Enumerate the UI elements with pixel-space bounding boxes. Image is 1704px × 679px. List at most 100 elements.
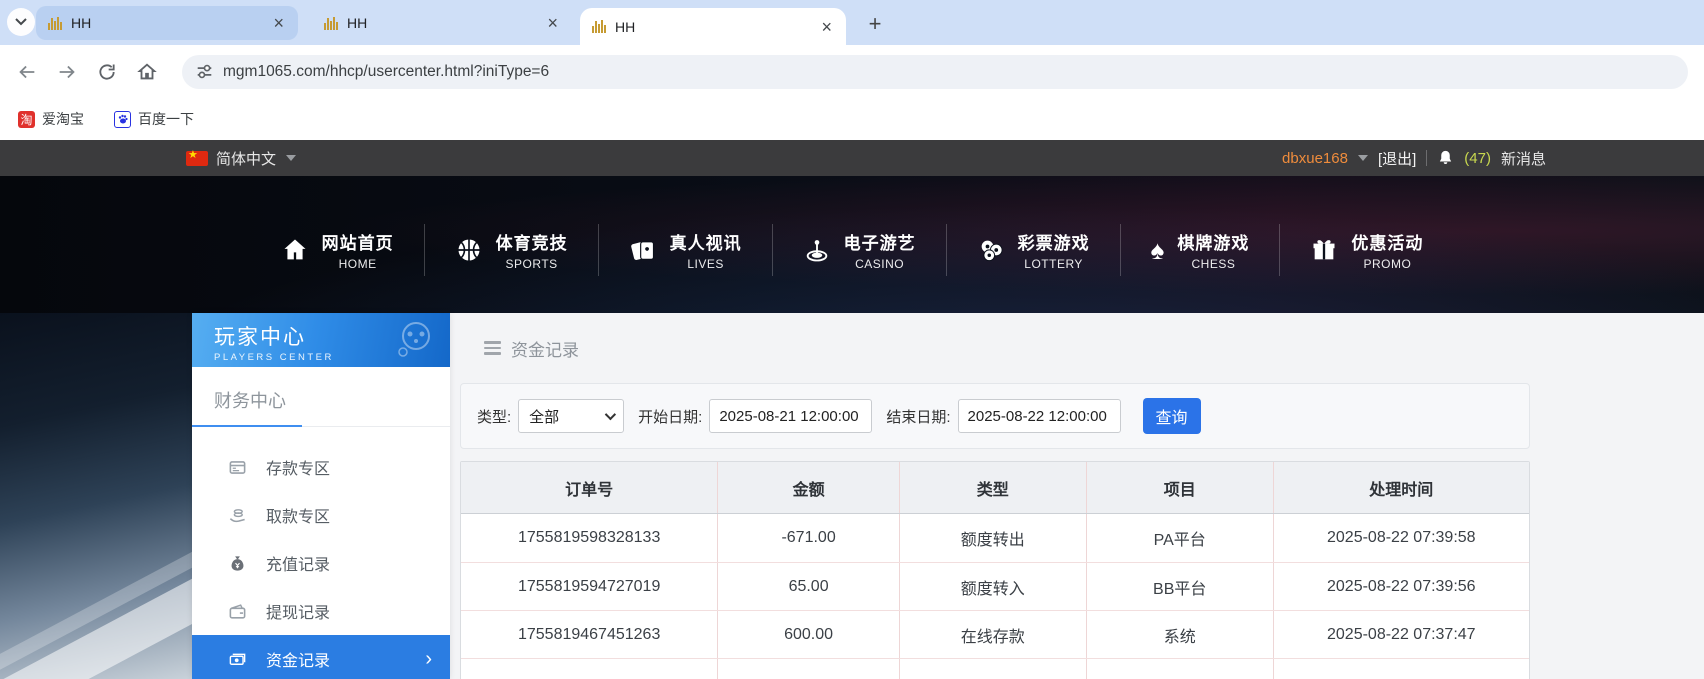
time-cell: 2025-08-22 07:39:56 [1273,563,1529,610]
china-flag-icon: ★ [186,151,208,166]
browser-toolbar: mgm1065.com/hhcp/usercenter.html?iniType… [0,45,1704,98]
tab-close-icon[interactable]: × [269,12,288,34]
funds-record-table: 订单号 金额 类型 项目 处理时间 1755819598328133 -671.… [460,461,1530,679]
start-date-label: 开始日期: [638,406,702,427]
browser-tab-2[interactable]: HH × [312,6,572,40]
filter-panel: 类型: 全部 开始日期: 结束日期: 查询 [460,383,1530,449]
sidebar-item-label: 充值记录 [266,551,330,575]
order-number-cell: 1755819467451263 [461,611,717,658]
nav-label-en: LIVES [670,257,742,271]
page-content: 玩家中心 PLAYERS CENTER 财务中心 存款专区 取款专区 [0,313,1704,679]
nav-item-chess[interactable]: ♠ 棋牌游戏CHESS [1121,229,1280,271]
site-favicon [48,17,62,30]
start-date-input[interactable] [709,399,872,433]
background-art [0,313,192,679]
browser-tab-3-active[interactable]: HH × [580,8,846,45]
search-button[interactable]: 查询 [1143,398,1201,434]
nav-label-cn: 优惠活动 [1351,234,1423,253]
sidebar-item-recharge-record[interactable]: 充值记录 [192,539,450,587]
tab-close-icon[interactable]: × [543,12,562,34]
amount-cell: -671.00 [717,514,899,562]
site-favicon [592,20,606,33]
column-header: 金额 [717,462,899,513]
tab-title: HH [615,19,817,35]
taobao-icon: 淘 [18,111,35,128]
sidebar-menu: 存款专区 取款专区 充值记录 提现记录 [192,427,450,679]
nav-item-promo[interactable]: 优惠活动 PROMO [1280,229,1453,271]
nav-item-home[interactable]: 网站首页HOME [251,229,424,271]
chevron-down-icon[interactable] [1358,155,1368,161]
end-date-input[interactable] [958,399,1121,433]
end-date-label: 结束日期: [886,406,950,427]
sidebar-section-title: 财务中心 [192,367,450,427]
username-menu[interactable]: dbxue168 [1282,150,1348,167]
nav-label-cn: 电子游艺 [844,234,916,253]
nav-label-en: HOME [322,257,394,271]
type-label: 类型: [477,406,511,427]
home-button[interactable] [130,55,164,89]
nav-list: 网站首页HOME 体育竞技SPORTS 真人视讯 LIVES 电子游艺 CASINO [251,224,1454,276]
home-icon [281,236,309,264]
gift-icon [1310,236,1338,264]
sidebar-item-deposit[interactable]: 存款专区 [192,443,450,491]
withdrawal-record-icon [226,602,248,621]
nav-item-sports[interactable]: 体育竞技SPORTS [425,229,598,271]
browser-tab-1[interactable]: HH × [36,6,298,40]
divider [1426,150,1427,166]
column-header: 处理时间 [1273,462,1529,513]
funds-record-icon [226,650,248,669]
nav-label-cn: 彩票游戏 [1018,234,1090,253]
language-selector-label[interactable]: 简体中文 [216,148,276,169]
type-cell: 额度转入 [899,563,1086,610]
new-tab-button[interactable]: + [860,9,890,39]
sidebar-item-funds-record[interactable]: 资金记录 › [192,635,450,679]
back-arrow-icon [16,61,38,83]
bookmark-baidu[interactable]: 百度一下 [106,105,202,133]
logout-link[interactable]: [退出] [1378,148,1416,169]
project-cell: BB平台 [1086,563,1273,610]
spade-icon: ♠ [1151,237,1165,263]
message-count[interactable]: (47) [1464,150,1491,167]
column-header: 项目 [1086,462,1273,513]
url-text: mgm1065.com/hhcp/usercenter.html?iniType… [223,63,549,81]
nav-label-en: PROMO [1351,257,1423,271]
sidebar-item-label: 取款专区 [266,503,330,527]
new-message-link[interactable]: 新消息 [1501,148,1546,169]
bookmarks-bar: 淘 爱淘宝 百度一下 [0,98,1704,140]
forward-arrow-icon [56,61,78,83]
nav-label-en: CASINO [844,257,916,271]
nav-item-lottery[interactable]: 彩票游戏LOTTERY [947,229,1120,271]
nav-label-en: CHESS [1177,257,1249,271]
bookmark-taobao[interactable]: 淘 爱淘宝 [10,105,92,133]
tab-close-icon[interactable]: × [817,16,836,38]
page-title: 资金记录 [511,336,579,361]
list-icon [484,338,501,358]
cards-icon [629,236,657,264]
nav-item-lives[interactable]: 真人视讯 LIVES [599,229,772,271]
table-row: 1755819467451263 600.00 在线存款 系统 2025-08-… [461,610,1529,658]
tab-search-button[interactable] [7,8,35,36]
type-select[interactable]: 全部 [518,399,624,433]
sidebar-item-withdrawal-record[interactable]: 提现记录 [192,587,450,635]
nav-label-cn: 真人视讯 [670,234,742,253]
funds-record-main: 资金记录 类型: 全部 开始日期: 结束日期: 查询 订单号 金额 类型 项目 … [460,313,1530,679]
site-info-tune-icon [196,63,213,80]
address-bar[interactable]: mgm1065.com/hhcp/usercenter.html?iniType… [182,55,1688,89]
amount-cell: 600.00 [717,611,899,658]
project-cell: 系统 [1086,611,1273,658]
forward-button[interactable] [50,55,84,89]
project-cell: PA平台 [1086,514,1273,562]
nav-item-casino[interactable]: 电子游艺 CASINO [773,229,946,271]
table-row-partial [461,658,1529,679]
sidebar-item-withdraw[interactable]: 取款专区 [192,491,450,539]
chevron-down-icon[interactable] [286,155,296,161]
type-cell: 额度转出 [899,514,1086,562]
type-cell: 在线存款 [899,611,1086,658]
home-icon [136,61,158,83]
back-button[interactable] [10,55,44,89]
type-cell [899,659,1086,679]
table-row: 1755819594727019 65.00 额度转入 BB平台 2025-08… [461,562,1529,610]
bell-icon[interactable] [1437,149,1454,167]
deposit-icon [226,458,248,477]
reload-button[interactable] [90,55,124,89]
